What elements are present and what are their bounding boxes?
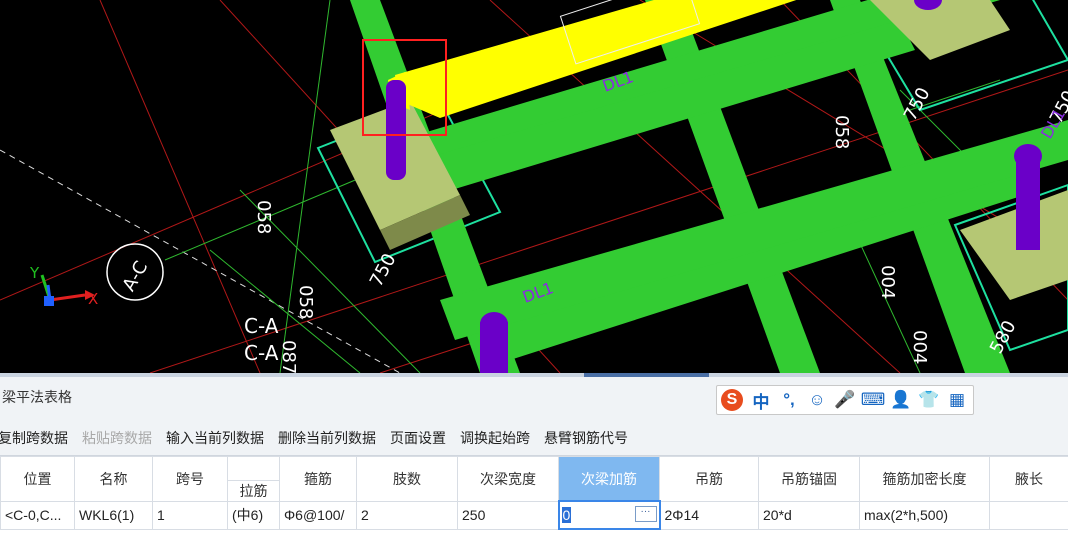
col-header-name[interactable]: 名称 (74, 456, 153, 502)
cell-hanger-anchor[interactable]: 20*d (758, 500, 860, 530)
cell-position[interactable]: <C-0,C... (0, 500, 75, 530)
dashed-axis-line (0, 149, 401, 373)
grid-label: C-A (244, 341, 279, 365)
swap-start-span-button[interactable]: 调换起始跨 (460, 428, 530, 448)
dim-text: 058 (295, 285, 316, 319)
axis-x-label: X (88, 290, 98, 308)
dim-text: 004 (877, 265, 898, 299)
cell-secondary-add-rebar-editor[interactable]: 0 ··· (557, 500, 661, 530)
col-header-stirrup[interactable]: 箍筋 (279, 456, 357, 502)
grid-label: C-A (244, 314, 279, 338)
col-header-dense-length[interactable]: 箍筋加密长度 (859, 456, 990, 502)
col-header-span[interactable]: 跨号 (152, 456, 228, 502)
panel-title: 梁平法表格 (2, 389, 72, 405)
dim-text: 087 (278, 340, 299, 373)
microphone-icon[interactable]: 🎤 (831, 386, 859, 414)
page-setup-button[interactable]: 页面设置 (390, 428, 446, 448)
dim-text: 750 (900, 84, 935, 124)
cantilever-rebar-code-button[interactable]: 悬臂钢筋代号 (544, 428, 628, 448)
model-view[interactable]: A-C 058 750 058 750 058 004 750 004 580 … (0, 0, 1068, 373)
col-header-secondary-width[interactable]: 次梁宽度 (457, 456, 559, 502)
ime-toolbar[interactable]: S 中 °, ☺ 🎤 ⌨ 👤 👕 ▦ (716, 385, 974, 415)
beam-grid-table: 位置 名称 跨号 拉筋 箍筋 肢数 次梁宽度 次梁加筋 吊筋 吊筋锚固 箍筋加密… (0, 456, 1068, 530)
toolbox-icon[interactable]: ▦ (943, 386, 971, 414)
user-icon[interactable]: 👤 (887, 386, 915, 414)
cell-hanger[interactable]: 2Φ14 (659, 500, 759, 530)
cell-tie[interactable]: (中6) (227, 500, 280, 530)
col-header-secondary-add-rebar[interactable]: 次梁加筋 (558, 456, 660, 502)
table-row: <C-0,C... WKL6(1) 1 (中6) Φ6@100/ 2 250 0… (0, 500, 1068, 530)
axis-bubble-label: A-C (119, 258, 153, 295)
dim-text: 058 (831, 115, 852, 149)
table-header-row: 位置 名称 跨号 拉筋 箍筋 肢数 次梁宽度 次梁加筋 吊筋 吊筋锚固 箍筋加密… (0, 456, 1068, 502)
ucs-axis-icon: X Y (29, 264, 98, 308)
dim-text: 004 (909, 330, 930, 364)
dim-text: 058 (253, 200, 274, 234)
emoji-icon[interactable]: ☺ (803, 386, 831, 414)
col-header-legs[interactable]: 肢数 (356, 456, 458, 502)
ellipsis-button-icon[interactable]: ··· (634, 506, 657, 522)
input-column-data-button[interactable]: 输入当前列数据 (166, 428, 264, 448)
ime-punctuation-icon[interactable]: °, (775, 386, 803, 414)
table-toolbar: 复制跨数据 粘贴跨数据 输入当前列数据 删除当前列数据 页面设置 调换起始跨 悬… (0, 421, 1068, 456)
ime-mode-chinese[interactable]: 中 (747, 386, 775, 414)
cell-name[interactable]: WKL6(1) (74, 500, 153, 530)
col-header-hanger-anchor[interactable]: 吊筋锚固 (758, 456, 860, 502)
keyboard-icon[interactable]: ⌨ (859, 386, 887, 414)
cell-legs[interactable]: 2 (356, 500, 458, 530)
col-header-tie-label: 拉筋 (228, 480, 279, 500)
sogou-logo-glyph: S (721, 389, 743, 411)
dim-text: 580 (986, 317, 1021, 357)
col-header-hanger[interactable]: 吊筋 (659, 456, 759, 502)
col-header-position[interactable]: 位置 (0, 456, 75, 502)
axis-y-label: Y (29, 264, 40, 282)
col-header-tie[interactable]: 拉筋 (227, 456, 280, 502)
paste-span-data-button[interactable]: 粘贴跨数据 (82, 428, 152, 448)
cell-span[interactable]: 1 (152, 500, 228, 530)
cell-secondary-width[interactable]: 250 (457, 500, 559, 530)
cell-haunch[interactable] (989, 500, 1068, 530)
cell-editor-value[interactable]: 0 (561, 507, 572, 523)
cell-stirrup[interactable]: Φ6@100/ (279, 500, 357, 530)
cell-dense-length[interactable]: max(2*h,500) (859, 500, 990, 530)
cad-viewport[interactable]: A-C 058 750 058 750 058 004 750 004 580 … (0, 0, 1068, 373)
col-header-haunch[interactable]: 腋长 (989, 456, 1068, 502)
delete-column-data-button[interactable]: 删除当前列数据 (278, 428, 376, 448)
sogou-logo-icon[interactable]: S (717, 386, 747, 414)
beams (350, 0, 1068, 373)
skin-icon[interactable]: 👕 (915, 386, 943, 414)
copy-span-data-button[interactable]: 复制跨数据 (0, 428, 68, 448)
